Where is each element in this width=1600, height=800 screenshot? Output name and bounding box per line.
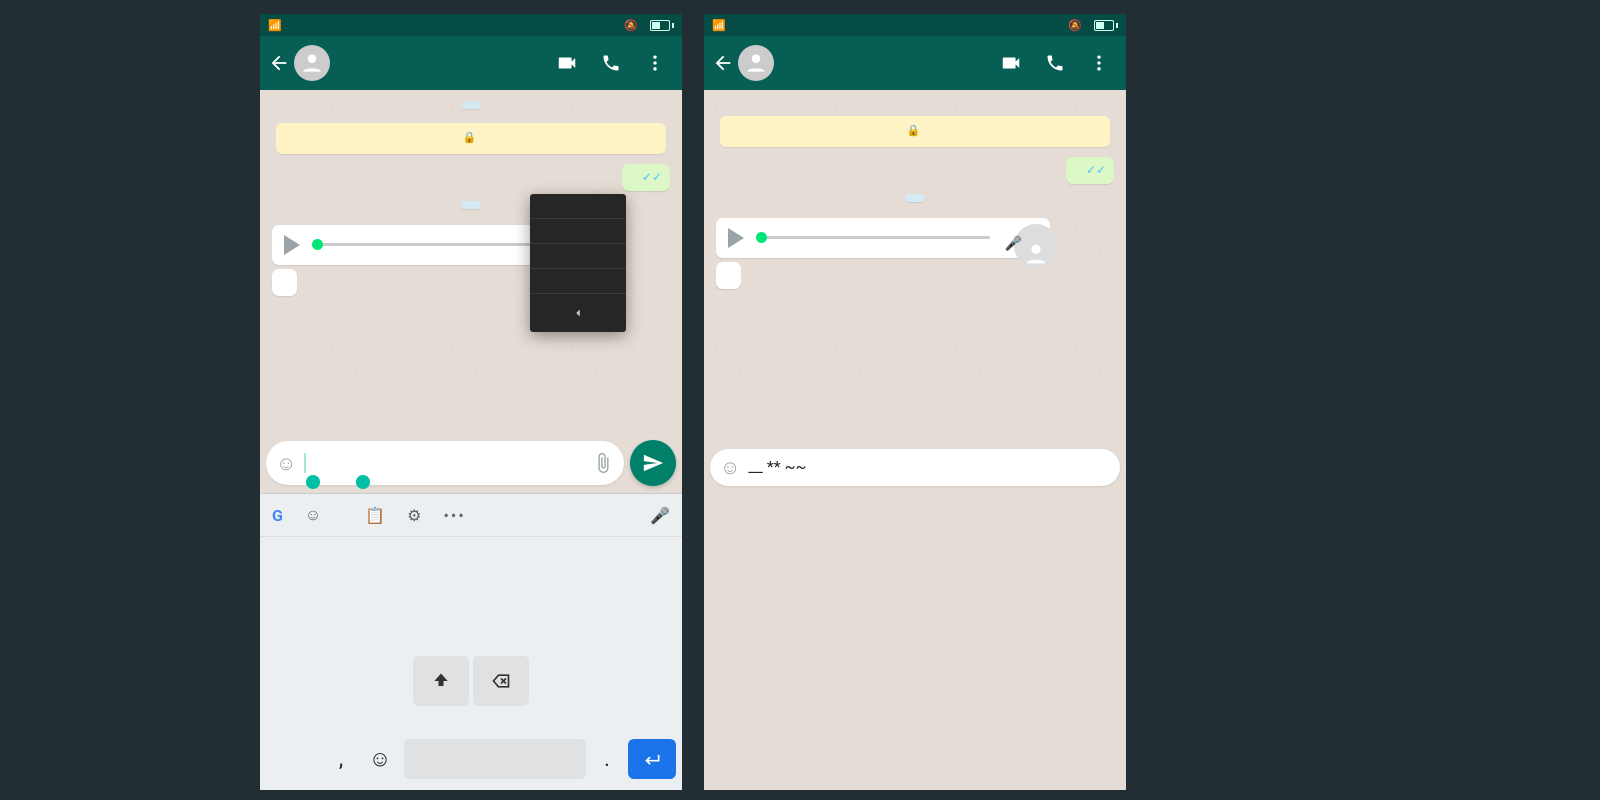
menu-strike[interactable]	[530, 244, 626, 269]
backspace-key[interactable]	[473, 656, 529, 706]
input-row: ☺	[260, 435, 682, 494]
voice-message[interactable]: 🎤	[716, 218, 1050, 258]
message-hey[interactable]: ✓✓	[1066, 157, 1114, 184]
contact-avatar[interactable]	[294, 45, 330, 81]
back-button[interactable]	[268, 52, 290, 74]
encryption-notice[interactable]: 🔒	[720, 116, 1110, 147]
key-row-3	[264, 656, 678, 706]
enter-key[interactable]	[628, 739, 676, 779]
mic-icon: 🎤	[1005, 236, 1022, 252]
selection-handle-right[interactable]	[356, 475, 370, 489]
comma-key[interactable]: ,	[326, 734, 356, 784]
emoji-key[interactable]: ☺	[362, 734, 398, 784]
more-menu-button[interactable]	[644, 52, 666, 74]
signal-icon: 📶	[268, 19, 282, 32]
chat-area[interactable]: 🔒 ✓✓	[704, 90, 1126, 478]
phone-right: 📶 🔕 🔒	[704, 14, 1126, 790]
date-chip-prev	[461, 101, 481, 109]
voice-progress[interactable]	[756, 236, 990, 239]
mic-icon[interactable]: 🎤	[650, 506, 670, 525]
menu-bold[interactable]	[530, 194, 626, 219]
google-icon[interactable]: G	[272, 506, 283, 525]
menu-mono[interactable]	[530, 269, 626, 294]
emoji-button[interactable]: ☺	[276, 451, 296, 476]
dnd-icon: 🔕	[1068, 19, 1082, 32]
lock-icon: 🔒	[463, 131, 477, 146]
more-icon[interactable]: •••	[444, 506, 466, 525]
message-hello[interactable]	[272, 269, 297, 296]
keyboard-suggestion-bar: G ☺ 📋 ⚙ ••• 🎤	[260, 494, 682, 537]
emoji-button[interactable]: ☺	[720, 455, 740, 480]
keyboard: G ☺ 📋 ⚙ ••• 🎤 , ☺	[260, 493, 682, 790]
date-chip-today	[905, 194, 925, 202]
back-button[interactable]	[712, 52, 734, 74]
space-key[interactable]	[404, 739, 586, 779]
app-bar	[260, 36, 682, 90]
input-text[interactable]	[304, 453, 306, 473]
message-input[interactable]: ☺	[266, 441, 624, 485]
contact-avatar[interactable]	[738, 45, 774, 81]
message-hello[interactable]	[716, 262, 741, 289]
message-input[interactable]: ☺ __ ** ~~	[710, 449, 1120, 486]
menu-italic[interactable]	[530, 219, 626, 244]
selection-handle-left[interactable]	[306, 475, 320, 489]
app-bar	[704, 36, 1126, 90]
sticker-icon[interactable]: ☺	[305, 505, 321, 525]
battery-icon	[1094, 20, 1118, 31]
input-text[interactable]: __ ** ~~	[748, 457, 806, 478]
shift-key[interactable]	[413, 656, 469, 706]
clipboard-icon[interactable]: 📋	[365, 506, 385, 525]
read-ticks-icon: ✓✓	[1086, 163, 1106, 177]
date-chip-today	[461, 201, 481, 209]
video-call-button[interactable]	[1000, 52, 1022, 74]
attach-button[interactable]	[592, 452, 614, 474]
more-menu-button[interactable]	[1088, 52, 1110, 74]
send-button[interactable]	[630, 440, 676, 486]
settings-icon[interactable]: ⚙	[407, 506, 421, 525]
dnd-icon: 🔕	[624, 19, 638, 32]
menu-back[interactable]	[530, 294, 626, 332]
voice-call-button[interactable]	[1044, 52, 1066, 74]
status-bar: 📶 🔕	[260, 14, 682, 36]
voice-call-button[interactable]	[600, 52, 622, 74]
encryption-notice[interactable]: 🔒	[276, 123, 666, 154]
voice-progress[interactable]	[312, 243, 546, 246]
play-icon[interactable]	[728, 228, 744, 248]
play-icon[interactable]	[284, 235, 300, 255]
message-hey[interactable]: ✓✓	[622, 164, 670, 191]
signal-icon: 📶	[712, 19, 726, 32]
format-context-menu	[530, 194, 626, 332]
video-call-button[interactable]	[556, 52, 578, 74]
read-ticks-icon: ✓✓	[642, 170, 662, 184]
lock-icon: 🔒	[907, 124, 921, 139]
battery-icon	[650, 20, 674, 31]
status-bar: 📶 🔕	[704, 14, 1126, 36]
period-key[interactable]: .	[592, 734, 622, 784]
input-row: ☺ __ ** ~~	[704, 444, 1126, 494]
phone-left: 📶 🔕	[260, 14, 682, 790]
